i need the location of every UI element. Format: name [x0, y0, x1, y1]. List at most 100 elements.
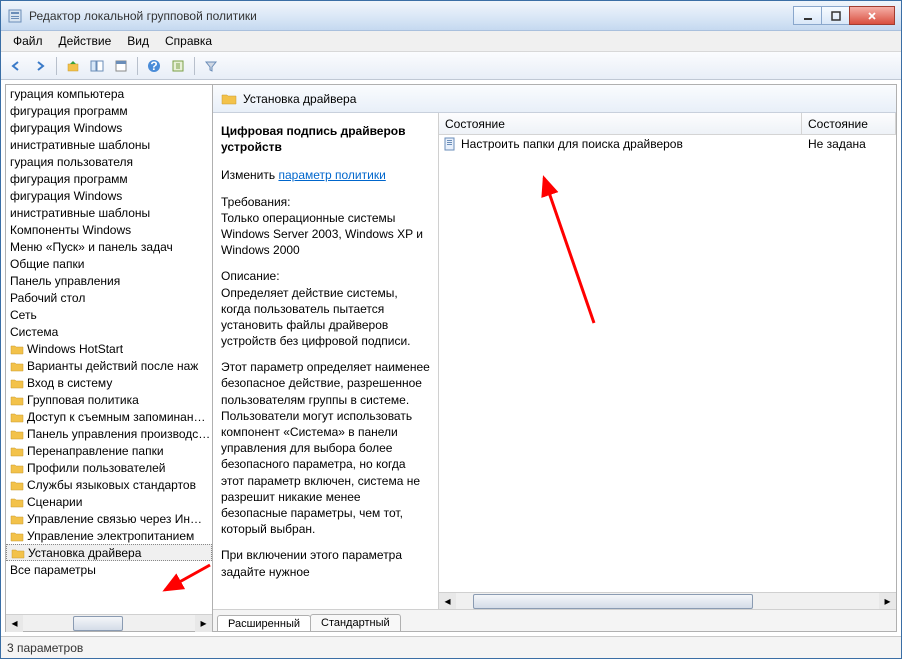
show-hide-tree-button[interactable]: [86, 55, 108, 77]
maximize-button[interactable]: [821, 6, 850, 25]
folder-icon: [11, 546, 25, 560]
column-headers: Состояние Состояние: [439, 113, 896, 135]
tree-item[interactable]: Меню «Пуск» и панель задач: [6, 238, 212, 255]
tree-item[interactable]: гурация компьютера: [6, 85, 212, 102]
scroll-left-button[interactable]: ◂: [6, 615, 23, 632]
menu-file[interactable]: Файл: [5, 32, 51, 50]
description-text-3: При включении этого параметра задайте ну…: [221, 547, 430, 579]
folder-icon: [10, 376, 24, 390]
tree-item-label: Общие папки: [10, 257, 84, 271]
export-button[interactable]: [167, 55, 189, 77]
tree-item[interactable]: Все параметры: [6, 561, 212, 578]
statusbar: 3 параметров: [1, 636, 901, 658]
tree-item-label: Установка драйвера: [28, 546, 141, 560]
tree-item[interactable]: инистративные шаблоны: [6, 204, 212, 221]
up-button[interactable]: [62, 55, 84, 77]
menu-action[interactable]: Действие: [51, 32, 120, 50]
tree-item-label: фигурация Windows: [10, 189, 122, 203]
description-label: Описание:: [221, 269, 280, 283]
forward-button[interactable]: [29, 55, 51, 77]
tab-extended[interactable]: Расширенный: [217, 615, 311, 632]
row-name: Настроить папки для поиска драйверов: [461, 137, 683, 151]
tree-item[interactable]: Профили пользователей: [6, 459, 212, 476]
tree-item[interactable]: фигурация Windows: [6, 119, 212, 136]
tree-item[interactable]: Управление связью через Ин…: [6, 510, 212, 527]
tree-item-label: Доступ к съемным запоминан…: [27, 410, 205, 424]
tree-item-label: Групповая политика: [27, 393, 139, 407]
tree-item[interactable]: фигурация Windows: [6, 187, 212, 204]
tree-item[interactable]: Управление электропитанием: [6, 527, 212, 544]
help-button[interactable]: ?: [143, 55, 165, 77]
tree-list[interactable]: гурация компьютерафигурация программфигу…: [6, 85, 212, 614]
menu-view[interactable]: Вид: [119, 32, 157, 50]
folder-icon: [10, 461, 24, 475]
edit-policy-link[interactable]: параметр политики: [278, 168, 385, 182]
edit-label: Изменить: [221, 168, 278, 182]
tree-item-label: гурация компьютера: [10, 87, 124, 101]
tree-item[interactable]: Доступ к съемным запоминан…: [6, 408, 212, 425]
tree-item-label: гурация пользователя: [10, 155, 133, 169]
tree-item-label: Панель управления производс…: [27, 427, 210, 441]
right-header: Установка драйвера: [213, 85, 896, 113]
tree-item[interactable]: Компоненты Windows: [6, 221, 212, 238]
tree-item-label: Управление связью через Ин…: [27, 512, 202, 526]
tree-item-label: Управление электропитанием: [27, 529, 194, 543]
tree-item[interactable]: Рабочий стол: [6, 289, 212, 306]
tree-item-label: инистративные шаблоны: [10, 206, 150, 220]
tree-item-label: Перенаправление папки: [27, 444, 164, 458]
column-state[interactable]: Состояние: [802, 113, 896, 134]
tree-item[interactable]: Общие папки: [6, 255, 212, 272]
tree-item[interactable]: Система: [6, 323, 212, 340]
tree-item[interactable]: Сценарии: [6, 493, 212, 510]
tree-item-label: фигурация программ: [10, 172, 128, 186]
titlebar[interactable]: Редактор локальной групповой политики: [1, 1, 901, 31]
scroll-thumb[interactable]: [73, 616, 123, 631]
back-button[interactable]: [5, 55, 27, 77]
close-button[interactable]: [849, 6, 895, 25]
tree-item[interactable]: Сеть: [6, 306, 212, 323]
tree-item-label: Сеть: [10, 308, 37, 322]
minimize-button[interactable]: [793, 6, 822, 25]
settings-rows[interactable]: Настроить папки для поиска драйверов Не з…: [439, 135, 896, 592]
filter-button[interactable]: [200, 55, 222, 77]
tree-horizontal-scrollbar[interactable]: ◂ ▸: [6, 614, 212, 631]
tree-item[interactable]: Службы языковых стандартов: [6, 476, 212, 493]
description-pane: Цифровая подпись драйверов устройств Изм…: [213, 113, 439, 609]
tree-item[interactable]: фигурация программ: [6, 102, 212, 119]
annotation-arrow: [539, 173, 609, 333]
tree-item[interactable]: Варианты действий после наж: [6, 357, 212, 374]
description-text-2: Этот параметр определяет наименее безопа…: [221, 359, 430, 537]
panel-title: Установка драйвера: [243, 92, 356, 106]
tree-panel: гурация компьютерафигурация программфигу…: [5, 84, 213, 632]
tree-item[interactable]: инистративные шаблоны: [6, 136, 212, 153]
tabs-bar: Расширенный Стандартный: [213, 609, 896, 631]
properties-button[interactable]: [110, 55, 132, 77]
list-horizontal-scrollbar[interactable]: ◂ ▸: [439, 592, 896, 609]
tree-item[interactable]: Windows HotStart: [6, 340, 212, 357]
tree-item[interactable]: Групповая политика: [6, 391, 212, 408]
tree-item[interactable]: фигурация программ: [6, 170, 212, 187]
tab-standard[interactable]: Стандартный: [310, 614, 401, 631]
list-row[interactable]: Настроить папки для поиска драйверов Не з…: [439, 135, 896, 152]
tree-item-label: Все параметры: [10, 563, 96, 577]
tree-item[interactable]: Панель управления: [6, 272, 212, 289]
row-state: Не задана: [802, 137, 896, 151]
scroll-right-button[interactable]: ▸: [879, 593, 896, 610]
folder-icon: [10, 359, 24, 373]
requirements-text: Только операционные системы Windows Serv…: [221, 211, 423, 257]
scroll-thumb[interactable]: [473, 594, 753, 609]
tree-item[interactable]: Установка драйвера: [6, 544, 212, 561]
scroll-left-button[interactable]: ◂: [439, 593, 456, 610]
tree-item[interactable]: Вход в систему: [6, 374, 212, 391]
scroll-right-button[interactable]: ▸: [195, 615, 212, 632]
folder-icon: [10, 393, 24, 407]
tree-item[interactable]: Перенаправление папки: [6, 442, 212, 459]
folder-icon: [10, 495, 24, 509]
folder-icon: [10, 529, 24, 543]
tree-item[interactable]: Панель управления производс…: [6, 425, 212, 442]
menu-help[interactable]: Справка: [157, 32, 220, 50]
tree-item-label: Панель управления: [10, 274, 120, 288]
tree-item[interactable]: гурация пользователя: [6, 153, 212, 170]
right-panel: Установка драйвера Цифровая подпись драй…: [213, 84, 897, 632]
column-name[interactable]: Состояние: [439, 113, 802, 134]
